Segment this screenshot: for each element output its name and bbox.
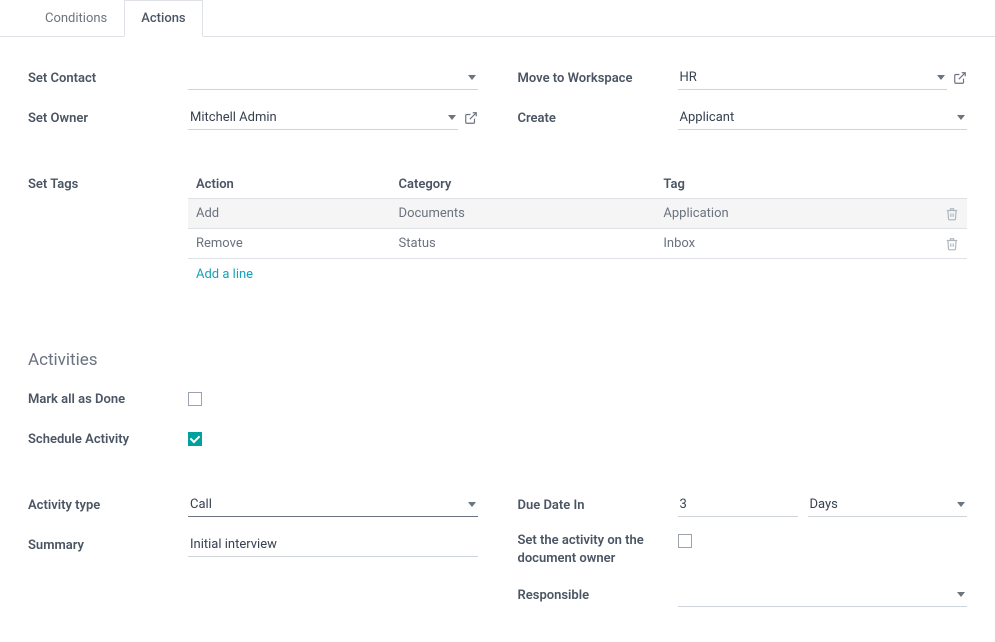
schedule-activity-label: Schedule Activity: [28, 432, 188, 447]
due-date-unit-value: Days: [810, 497, 838, 512]
cell-action: Remove: [188, 229, 391, 259]
tags-table: Action Category Tag Add Documents Applic…: [188, 171, 967, 290]
cell-tag: Application: [655, 199, 937, 229]
caret-down-icon: [468, 502, 476, 507]
caret-down-icon: [448, 115, 456, 120]
tab-conditions[interactable]: Conditions: [28, 0, 124, 36]
mark-all-done-label: Mark all as Done: [28, 392, 188, 407]
caret-down-icon: [937, 75, 945, 80]
activities-title: Activities: [28, 350, 967, 370]
external-link-icon[interactable]: [464, 111, 478, 125]
set-contact-select[interactable]: [188, 66, 478, 90]
col-tag: Tag: [655, 171, 937, 199]
set-tags-label: Set Tags: [28, 171, 188, 290]
activity-type-value: Call: [190, 497, 212, 512]
mark-all-done-checkbox[interactable]: [188, 392, 202, 406]
set-on-owner-checkbox[interactable]: [678, 534, 692, 548]
set-contact-label: Set Contact: [28, 71, 188, 86]
caret-down-icon: [957, 115, 965, 120]
move-workspace-label: Move to Workspace: [518, 71, 678, 86]
due-date-value-input[interactable]: [678, 493, 798, 517]
move-workspace-value: HR: [680, 70, 697, 85]
set-owner-label: Set Owner: [28, 111, 188, 126]
due-date-unit-select[interactable]: Days: [808, 493, 968, 517]
create-value: Applicant: [680, 110, 735, 125]
table-row[interactable]: Add Documents Application: [188, 199, 967, 229]
cell-tag: Inbox: [655, 229, 937, 259]
summary-input[interactable]: [188, 533, 478, 557]
cell-action: Add: [188, 199, 391, 229]
set-owner-select[interactable]: Mitchell Admin: [188, 106, 458, 130]
activity-type-select[interactable]: Call: [188, 493, 478, 517]
table-row[interactable]: Remove Status Inbox: [188, 229, 967, 259]
summary-label: Summary: [28, 538, 188, 553]
caret-down-icon: [957, 592, 965, 597]
due-date-label: Due Date In: [518, 498, 678, 513]
create-select[interactable]: Applicant: [678, 106, 968, 130]
create-label: Create: [518, 111, 678, 126]
set-owner-value: Mitchell Admin: [190, 110, 277, 125]
cell-category: Documents: [391, 199, 656, 229]
tab-actions[interactable]: Actions: [124, 0, 202, 37]
add-line-button[interactable]: Add a line: [188, 259, 967, 290]
schedule-activity-checkbox[interactable]: [188, 432, 202, 446]
col-category: Category: [391, 171, 656, 199]
cell-category: Status: [391, 229, 656, 259]
tabs: Conditions Actions: [0, 0, 995, 37]
set-on-owner-label: Set the activity on the document owner: [518, 532, 678, 568]
caret-down-icon: [957, 502, 965, 507]
external-link-icon[interactable]: [953, 71, 967, 85]
caret-down-icon: [468, 75, 476, 80]
activity-type-label: Activity type: [28, 498, 188, 513]
responsible-label: Responsible: [518, 588, 678, 603]
responsible-select[interactable]: [678, 583, 968, 607]
delete-row-button[interactable]: [937, 199, 967, 229]
delete-row-button[interactable]: [937, 229, 967, 259]
col-action: Action: [188, 171, 391, 199]
move-workspace-select[interactable]: HR: [678, 66, 948, 90]
